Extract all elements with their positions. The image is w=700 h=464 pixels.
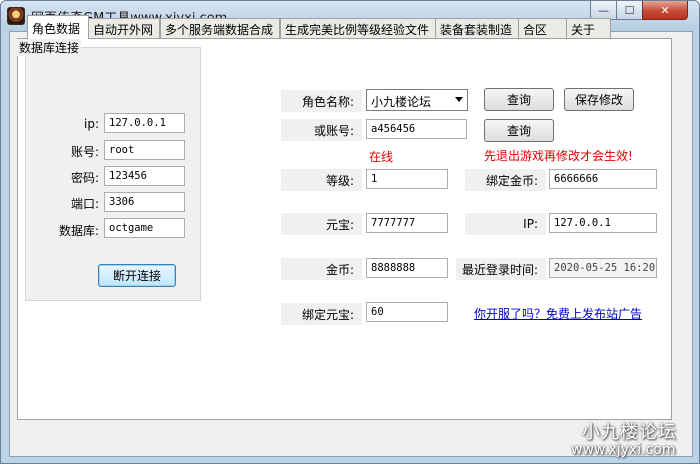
role-name-label: 角色名称: [281,90,362,112]
yuanbao-input[interactable]: 7777777 [366,213,448,233]
db-account-label: 账号: [70,145,99,159]
db-password-input[interactable]: 123456 [104,166,185,186]
role-name-label-text: 角色名称: [301,94,354,109]
ad-link[interactable]: 你开服了吗？免费上发布站广告 [474,305,642,322]
query-account-button[interactable]: 查询 [484,119,554,142]
db-password-label: 密码: [70,171,99,185]
close-icon: ✕ [660,3,670,17]
db-name-input[interactable]: octgame [104,218,185,238]
db-port-label: 端口: [70,197,99,211]
tab-level-exp-file[interactable]: 生成完美比例等级经验文件 [280,18,436,38]
disconnect-button-label: 断开连接 [112,269,161,283]
chevron-down-icon [455,97,463,102]
tab-label: 关于 [571,23,596,37]
watermark-url: www.xjyxi.com [571,442,676,458]
role-account-label-text: 或账号: [313,123,354,138]
role-account-label: 或账号: [281,119,362,141]
warning-text: 先退出游戏再修改才会生效! [484,149,633,163]
tab-auto-open-external[interactable]: 自动开外网 [88,18,160,38]
bound-gold-label: 绑定金币: [465,169,546,191]
role-account-input[interactable]: a456456 [366,119,467,139]
tab-multi-server-merge[interactable]: 多个服务端数据合成 [160,18,280,38]
tab-about[interactable]: 关于 [566,18,611,38]
level-input[interactable]: 1 [366,169,448,189]
bound-yuanbao-label: 绑定元宝: [281,303,362,325]
tab-merge-zone[interactable]: 合区 [518,18,567,38]
bound-yuanbao-label-text: 绑定元宝: [301,307,354,322]
db-name-label: 数据库: [58,224,99,238]
db-port-input[interactable]: 3306 [104,192,185,212]
level-label: 等级: [281,169,362,191]
bound-yuanbao-input[interactable]: 60 [366,302,448,322]
tab-label: 自动开外网 [93,23,154,37]
tab-equipment-set[interactable]: 装备套装制造 [435,18,519,38]
app-icon [7,7,25,25]
gold-input[interactable]: 8888888 [366,258,448,278]
query-button[interactable]: 查询 [484,88,554,111]
bound-gold-input[interactable]: 6666666 [549,169,657,189]
bound-gold-label-text: 绑定金币: [485,173,538,188]
app-window: 网页传奇GM工具www.xjyxi.com — ☐ ✕ 角色数据 自动开外网 多… [0,0,700,464]
yuanbao-label: 元宝: [281,213,362,235]
role-ip-label: IP: [465,213,546,235]
db-ip-label: ip: [84,117,99,131]
db-account-input[interactable]: root [104,140,185,160]
tab-role-data[interactable]: 角色数据 [27,15,89,39]
level-label-text: 等级: [325,173,354,188]
tab-label: 合区 [523,23,548,37]
close-button[interactable]: ✕ [642,1,688,20]
gold-label-text: 金币: [325,262,354,277]
disconnect-button[interactable]: 断开连接 [98,264,176,287]
last-login-input[interactable]: 2020-05-25 16:20: [549,258,657,278]
role-ip-input[interactable]: 127.0.0.1 [549,213,657,233]
db-group-title: 数据库连接 [17,39,82,56]
tab-label: 装备套装制造 [440,23,513,37]
tab-label: 角色数据 [32,22,81,36]
maximize-button[interactable]: ☐ [616,1,643,20]
yuanbao-label-text: 元宝: [325,217,354,232]
watermark-title: 小九楼论坛 [582,422,677,443]
maximize-icon: ☐ [624,3,635,17]
role-name-value: 小九楼论坛 [371,95,432,109]
last-login-label-text: 最近登录时间: [461,262,538,277]
role-ip-label-text: IP: [523,217,538,231]
gold-label: 金币: [281,258,362,280]
save-button-label: 保存修改 [574,93,623,107]
last-login-label: 最近登录时间: [456,258,546,280]
save-button[interactable]: 保存修改 [564,88,634,111]
role-name-select[interactable]: 小九楼论坛 [366,89,468,111]
online-status: 在线 [369,150,394,164]
query-button-label: 查询 [506,93,531,107]
minimize-icon: — [598,3,609,17]
query-account-button-label: 查询 [506,124,531,138]
db-ip-input[interactable]: 127.0.0.1 [104,113,185,133]
tab-label: 生成完美比例等级经验文件 [285,23,430,37]
tab-label: 多个服务端数据合成 [165,23,274,37]
